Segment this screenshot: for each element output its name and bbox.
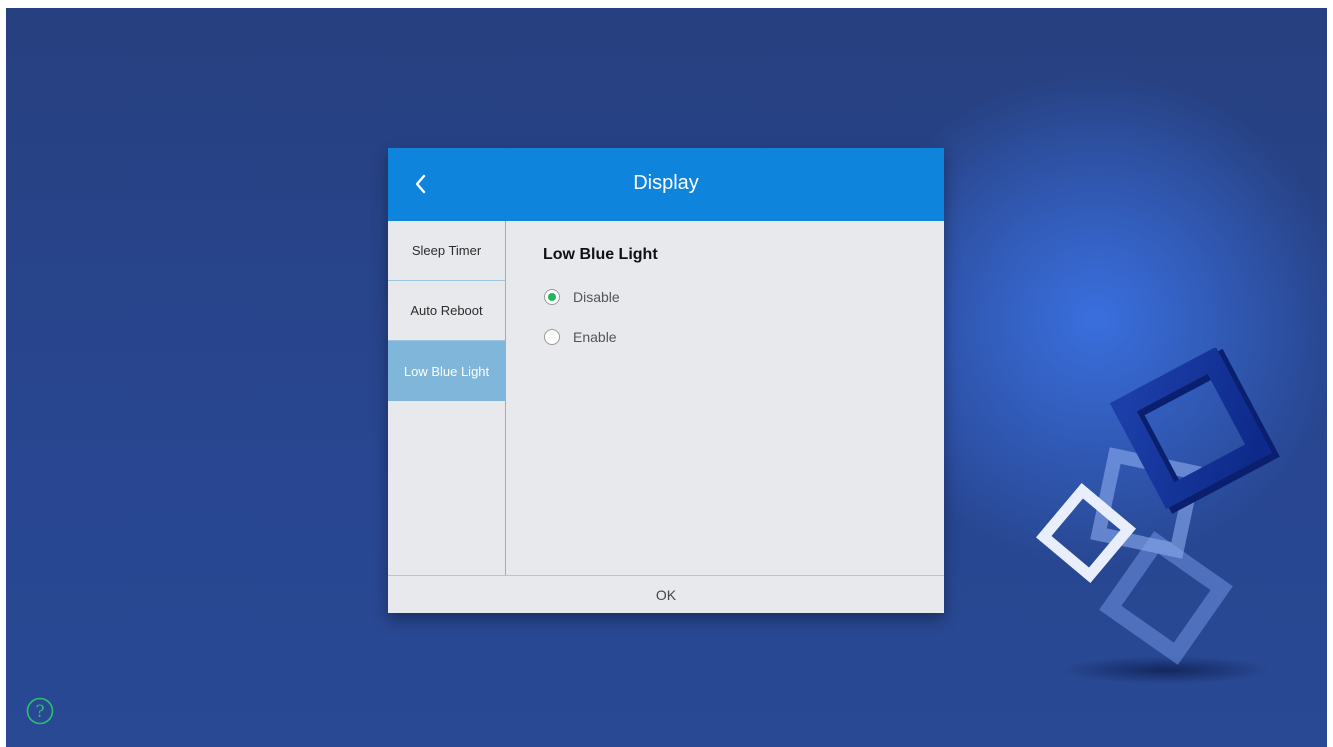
sidebar-item-sleep-timer[interactable]: Sleep Timer xyxy=(388,221,505,281)
settings-sidebar: Sleep Timer Auto Reboot Low Blue Light xyxy=(388,221,506,575)
dialog-title: Display xyxy=(633,172,699,194)
question-circle-icon: ? xyxy=(26,697,54,725)
section-title: Low Blue Light xyxy=(543,246,658,263)
decorative-cubes-graphic xyxy=(1035,348,1280,684)
dialog-header: Display xyxy=(388,148,944,221)
svg-text:?: ? xyxy=(35,702,44,722)
radio-button-disable[interactable] xyxy=(544,289,560,305)
radio-option-enable[interactable]: Enable xyxy=(544,326,617,348)
radio-button-enable[interactable] xyxy=(544,329,560,345)
sidebar-item-low-blue-light[interactable]: Low Blue Light xyxy=(388,341,505,401)
ok-button[interactable]: OK xyxy=(388,575,944,613)
help-button[interactable]: ? xyxy=(25,696,55,726)
settings-content: Low Blue Light Disable Enable xyxy=(506,221,944,575)
radio-label-enable: Enable xyxy=(573,329,617,345)
radio-option-disable[interactable]: Disable xyxy=(544,286,620,308)
display-dialog: Display Sleep Timer Auto Reboot Low Blue… xyxy=(388,148,944,613)
radio-label-disable: Disable xyxy=(573,289,620,305)
sidebar-item-auto-reboot[interactable]: Auto Reboot xyxy=(388,281,505,341)
